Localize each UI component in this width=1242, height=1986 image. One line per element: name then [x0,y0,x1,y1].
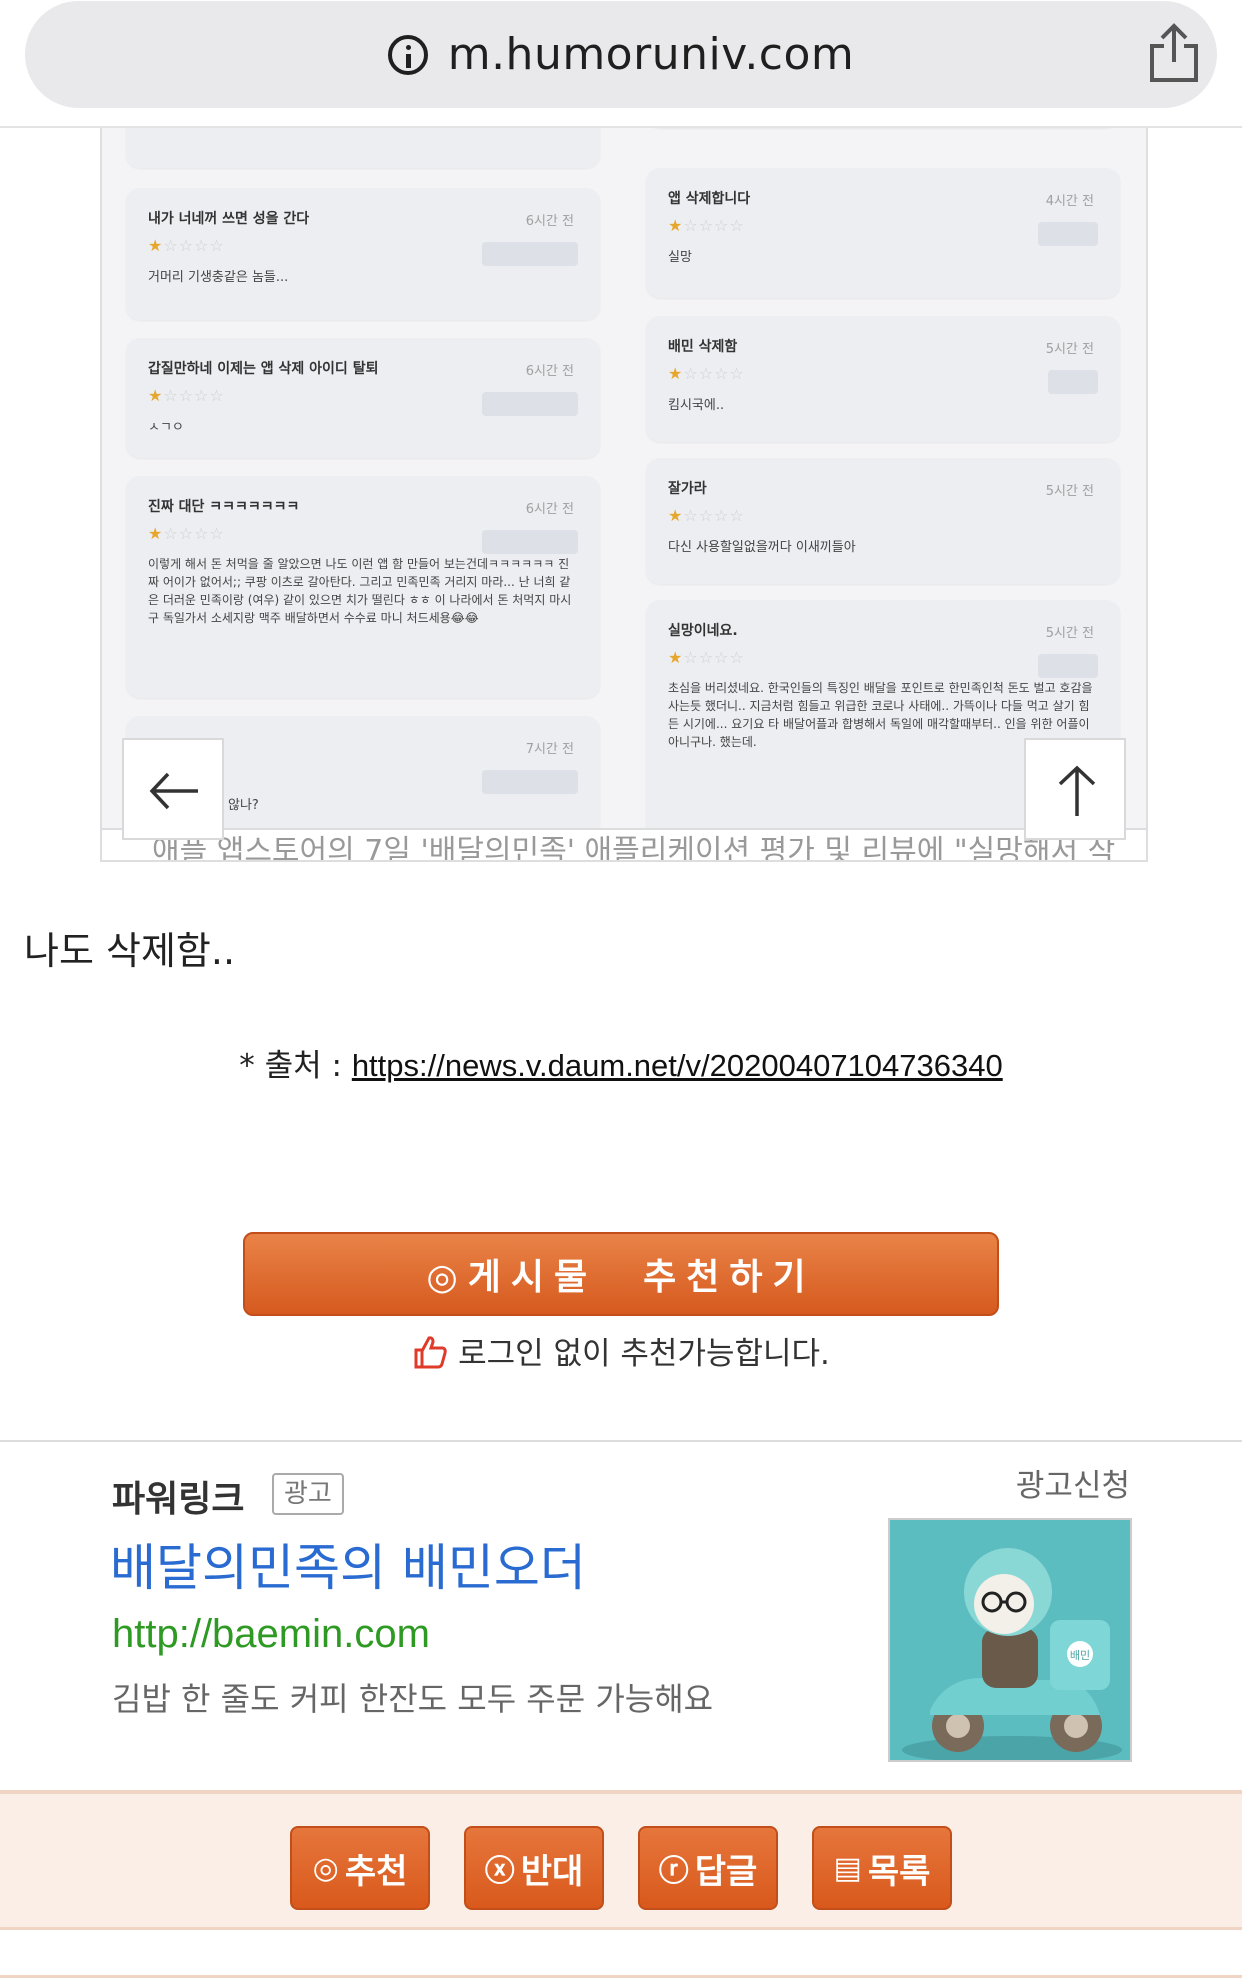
review-time: 5시간 전 [1045,626,1094,641]
review-title: 내가 너네꺼 쓰면 성을 간다 [148,211,310,227]
prev-image-button[interactable] [122,738,224,840]
post-comment-text: 나도 삭제함.. [24,929,236,973]
source-link[interactable]: https://news.v.daum.net/v/20200407104736… [352,1048,1003,1083]
review-time: 6시간 전 [525,502,574,517]
recommend-post-button[interactable]: ◎게시물 추천하기 [243,1232,999,1316]
arrow-up-icon [1058,765,1096,816]
blurred-username [482,530,578,554]
post-action-toolbar: ◎ 추천 ⓧ 반대 ⓡ 답글 ▤ 목록 [0,1790,1242,1930]
review-title: 배민 삭제함 [668,339,738,355]
ad-title-link[interactable]: 배달의민족의 배민오더 [110,1528,586,1600]
thumbs-up-icon [414,1336,447,1369]
ad-badge: 광고 [272,1473,344,1515]
review-title: 진짜 대단 ㅋㅋㅋㅋㅋㅋㅋ [148,499,300,515]
scroll-top-button[interactable] [1024,738,1126,840]
info-icon[interactable] [387,34,428,75]
review-card: 앱 삭제합니다 4시간 전 ★☆☆☆☆ 실망 [646,168,1120,298]
arrow-left-icon [149,772,198,810]
review-card: 내가 너네꺼 쓰면 성을 간다 6시간 전 ★☆☆☆☆ 거머리 기생충같은 놈들… [126,188,600,320]
reply-icon: ⓡ [658,1854,689,1889]
recommend-note-text: 로그인 없이 추천가능합니다. [458,1336,830,1372]
review-time: 5시간 전 [1045,484,1094,499]
star-rating: ★☆☆☆☆ [668,506,745,525]
embedded-review-screenshot: 내가 너네꺼 쓰면 성을 간다 6시간 전 ★☆☆☆☆ 거머리 기생충같은 놈들… [100,128,1148,862]
screenshot-caption: 애플 앱스토어의 7일 '배달의민족' 애플리케이션 평가 및 리뷰에 "실망해… [102,828,1146,860]
ad-image[interactable]: 배민 [888,1518,1132,1762]
review-time: 4시간 전 [1045,194,1094,209]
recommend-button[interactable]: ◎ 추천 [290,1826,430,1910]
star-rating: ★☆☆☆☆ [668,216,745,235]
review-card-partial [126,128,600,168]
list-label: 목록 [867,1851,931,1892]
recommend-label: 추천 [344,1851,408,1892]
review-card: 배민 삭제함 5시간 전 ★☆☆☆☆ 킴시국에.. [646,316,1120,442]
review-title: 앱 삭제합니다 [668,191,751,207]
blurred-username [1048,370,1098,394]
share-icon[interactable] [1146,22,1202,84]
scooter-rider-illustration: 배민 [890,1520,1130,1760]
source-prefix: * 출처 : [239,1048,352,1084]
bottom-divider [0,1975,1242,1978]
ad-divider [0,1440,1242,1442]
list-button[interactable]: ▤ 목록 [812,1826,952,1910]
review-body: 다신 사용할일없을꺼다 이새끼들아 [668,540,856,555]
blurred-username [1038,222,1098,246]
review-body: ㅅㄱㅇ [148,420,184,435]
review-time: 5시간 전 [1045,342,1094,357]
review-card: 갑질만하네 이제는 앱 삭제 아이디 탈퇴 6시간 전 ★☆☆☆☆ ㅅㄱㅇ [126,338,600,458]
ad-image-label: 배민 [1070,1649,1090,1662]
blurred-username [482,770,578,794]
review-body: 킴시국에.. [668,398,725,413]
address-bar[interactable]: m.humoruniv.com [25,1,1217,108]
review-body: 실망 [668,250,692,265]
url-text[interactable]: m.humoruniv.com [448,29,855,80]
review-card: 잘가라 5시간 전 ★☆☆☆☆ 다신 사용할일없을꺼다 이새끼들아 [646,458,1120,584]
browser-toolbar: m.humoruniv.com [0,0,1242,128]
ad-description: 김밥 한 줄도 커피 한잔도 모두 주문 가능해요 [112,1680,714,1718]
recommend-icon: ◎ [312,1850,339,1886]
ad-url-link[interactable]: http://baemin.com [112,1612,430,1657]
oppose-icon: ⓧ [484,1854,515,1889]
ad-apply-link[interactable]: 광고신청 [1016,1460,1130,1505]
review-title: 실망이네요. [668,623,738,639]
review-time: 6시간 전 [525,364,574,379]
recommend-note: 로그인 없이 추천가능합니다. [0,1328,1242,1373]
reply-label: 답글 [694,1851,758,1892]
oppose-label: 반대 [520,1851,584,1892]
reply-button[interactable]: ⓡ 답글 [638,1826,778,1910]
ad-brand: 파워링크 [112,1479,245,1520]
review-title: 갑질만하네 이제는 앱 삭제 아이디 탈퇴 [148,361,379,377]
oppose-button[interactable]: ⓧ 반대 [464,1826,604,1910]
review-time: 6시간 전 [525,214,574,229]
review-card: 진짜 대단 ㅋㅋㅋㅋㅋㅋㅋ 6시간 전 ★☆☆☆☆ 이렇게 해서 돈 처먹을 줄… [126,476,600,698]
blurred-username [1038,654,1098,678]
star-rating: ★☆☆☆☆ [668,648,745,667]
review-body: 이렇게 해서 돈 처먹을 줄 알았으면 나도 이런 앱 함 만들어 보는건데ㅋㅋ… [148,557,572,625]
blurred-username [482,242,578,266]
blurred-username [482,392,578,416]
review-body: 거머리 기생충같은 놈들... [148,270,289,285]
star-rating: ★☆☆☆☆ [668,364,745,383]
source-line: * 출처 : https://news.v.daum.net/v/2020040… [0,1040,1242,1085]
review-time: 7시간 전 [525,742,574,757]
list-icon: ▤ [833,1850,862,1886]
review-title: 잘가라 [668,481,707,497]
